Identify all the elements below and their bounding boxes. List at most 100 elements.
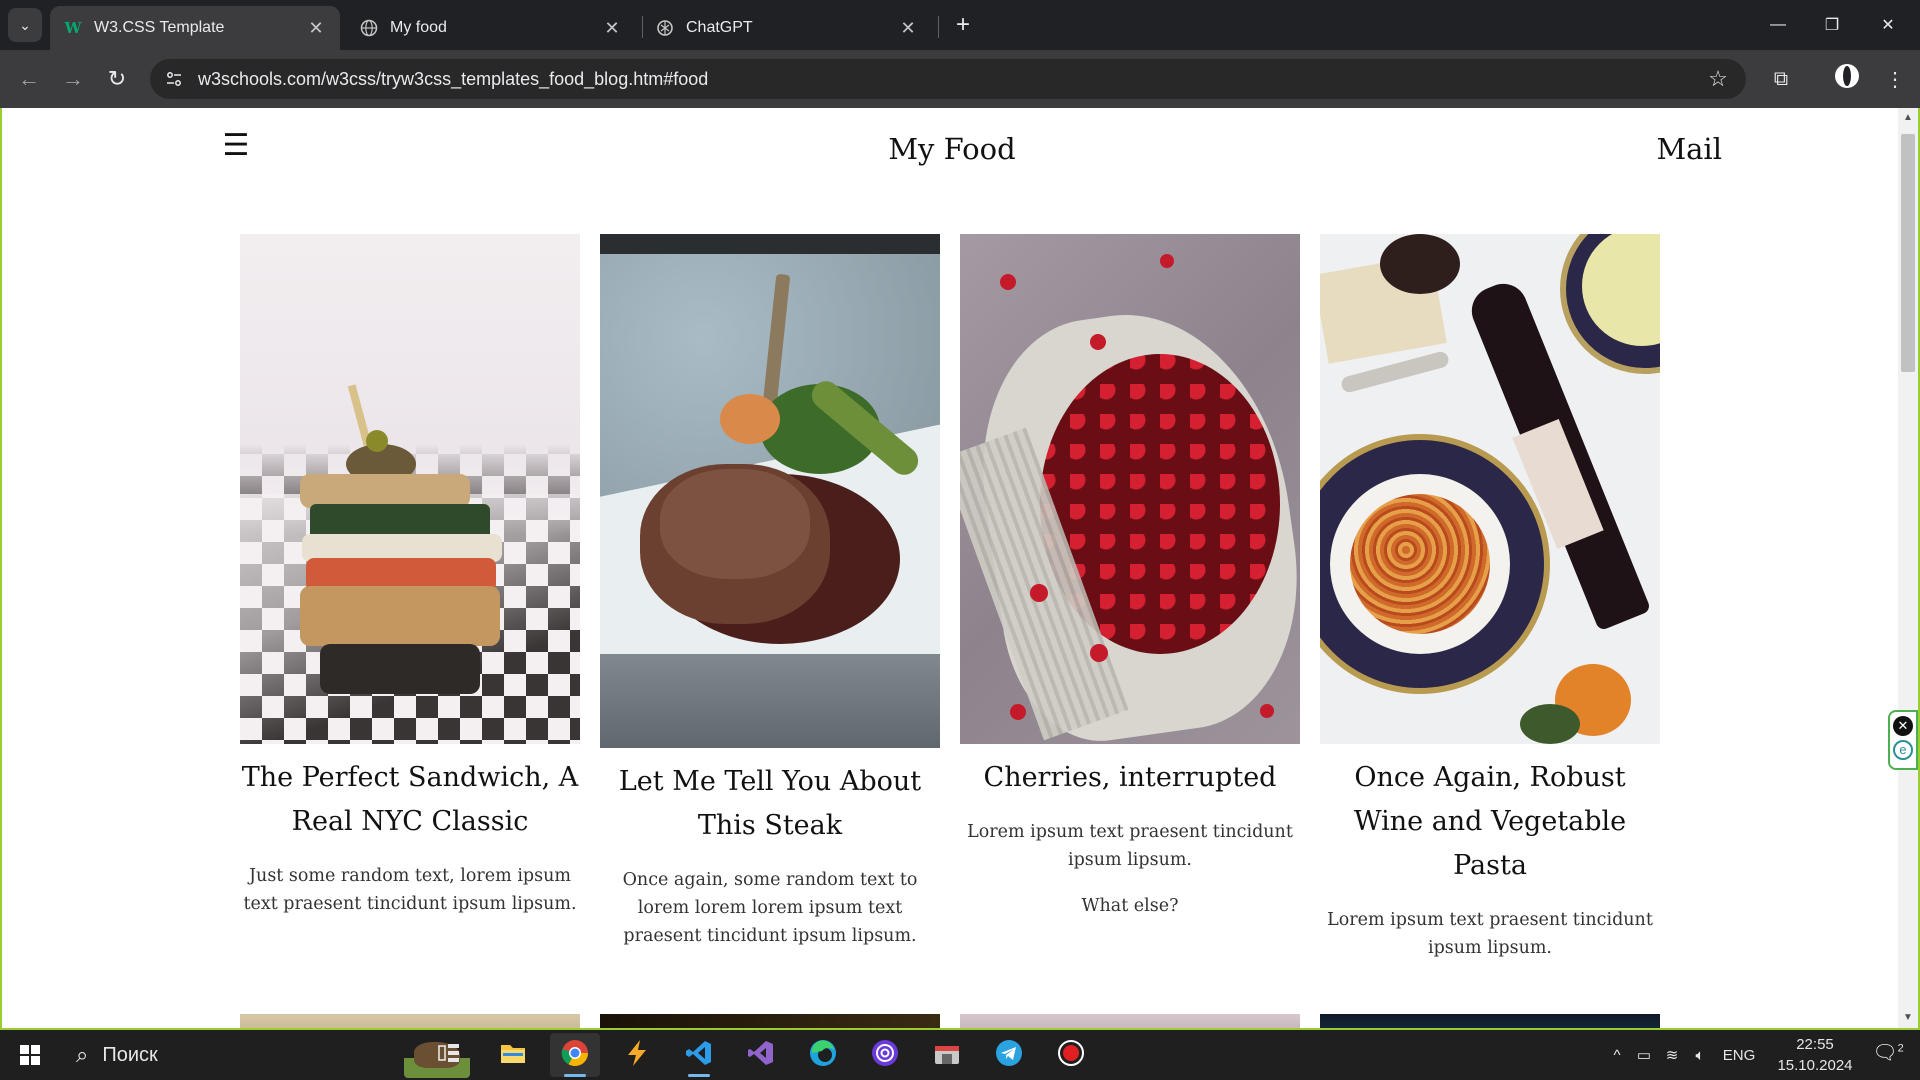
reload-button[interactable]: ↻: [102, 64, 132, 94]
taskbar-search[interactable]: ⌕ Поиск: [64, 1030, 470, 1080]
chat-bubble-icon: 🗨︎: [1872, 1042, 1898, 1064]
post-card: Cherries, interrupted Lorem ipsum text p…: [960, 234, 1300, 920]
spiral-icon: [871, 1039, 899, 1072]
edge-icon: [809, 1039, 837, 1072]
taskbar-recorder[interactable]: [1046, 1033, 1096, 1077]
sandwich-photo[interactable]: [240, 234, 580, 744]
post-text: Lorem ipsum text praesent tincidunt ipsu…: [1327, 910, 1653, 958]
visual-studio-icon: [747, 1039, 775, 1072]
tab-title: ChatGPT: [686, 19, 753, 36]
bookmark-star-icon[interactable]: ☆: [1698, 66, 1738, 92]
notification-center-button[interactable]: 🗨︎2: [1868, 1040, 1908, 1070]
close-icon[interactable]: ✕: [602, 18, 622, 39]
new-tab-button[interactable]: +: [948, 10, 978, 40]
mail-link[interactable]: Mail: [1602, 132, 1722, 166]
globe-icon: [360, 19, 378, 37]
post-card: Let Me Tell You About This Steak Once ag…: [600, 234, 940, 950]
tab-search-button[interactable]: ⌄: [8, 8, 42, 42]
taskbar-telegram[interactable]: [984, 1033, 1034, 1077]
wifi-icon[interactable]: ≋: [1658, 1046, 1686, 1064]
post-title: Once Again, Robust Wine and Vegetable Pa…: [1353, 762, 1627, 881]
scroll-up-arrow-icon[interactable]: ▲: [1902, 112, 1914, 124]
browser-chrome: ⌄ W W3.CSS Template ✕ My food ✕ ChatGPT …: [0, 0, 1920, 108]
scroll-down-arrow-icon[interactable]: ▼: [1902, 1012, 1914, 1024]
taskbar-clock[interactable]: 22:55 15.10.2024: [1770, 1034, 1860, 1076]
reload-icon: ↻: [107, 66, 127, 91]
post-photo-partial[interactable]: [960, 1014, 1300, 1028]
windows-logo-icon: [20, 1045, 40, 1065]
store-icon: [933, 1040, 961, 1071]
taskbar-app-store[interactable]: [922, 1033, 972, 1077]
notification-count: 2: [1897, 1042, 1904, 1055]
back-button[interactable]: ←: [14, 64, 44, 94]
restore-button[interactable]: ❐: [1810, 8, 1854, 42]
taskbar-chrome[interactable]: [550, 1033, 600, 1077]
minimize-button[interactable]: —: [1756, 8, 1800, 42]
tab-title: My food: [390, 19, 447, 36]
windows-taskbar: ⌕ Поиск ^ ▭ ≋ 🔈︎ ENG 22:55 15.10.2024 🗨︎…: [0, 1030, 1920, 1080]
task-view-button[interactable]: [424, 1033, 474, 1077]
close-icon[interactable]: ✕: [306, 18, 326, 39]
url-text[interactable]: w3schools.com/w3css/tryw3css_templates_f…: [198, 69, 1698, 90]
tab-chatgpt[interactable]: ChatGPT ✕: [642, 6, 932, 50]
post-title: Let Me Tell You About This Steak: [618, 766, 922, 841]
chevron-down-icon: ⌄: [19, 16, 31, 33]
profile-button[interactable]: [1832, 64, 1862, 94]
chrome-icon: [561, 1039, 589, 1072]
minimize-icon: —: [1770, 16, 1786, 33]
browser-menu-button[interactable]: ⋮: [1880, 64, 1910, 94]
arrow-right-icon: →: [62, 66, 84, 91]
post-photo-partial[interactable]: [600, 1014, 940, 1028]
arrow-left-icon: ←: [18, 66, 40, 91]
taskbar-vscode[interactable]: [674, 1033, 724, 1077]
taskbar-edge[interactable]: [798, 1033, 848, 1077]
avatar: [1834, 63, 1860, 95]
plus-icon: +: [955, 11, 970, 38]
wine-pasta-photo[interactable]: [1320, 234, 1660, 744]
task-view-icon: [437, 1042, 461, 1069]
language-indicator[interactable]: ENG: [1714, 1047, 1764, 1064]
forward-button[interactable]: →: [58, 64, 88, 94]
clock-time: 22:55: [1796, 1036, 1834, 1053]
page-scrollbar[interactable]: ▲ ▼: [1898, 108, 1918, 1028]
close-icon[interactable]: ✕: [898, 18, 918, 39]
post-photo-partial[interactable]: [240, 1014, 580, 1028]
taskbar-app-spiral[interactable]: [860, 1033, 910, 1077]
close-widget-icon[interactable]: ✕: [1893, 716, 1913, 736]
browser-toolbar: ← → ↻ w3schools.com/w3css/tryw3css_templ…: [0, 50, 1920, 108]
system-tray: ^ ▭ ≋ 🔈︎ ENG: [1604, 1030, 1764, 1080]
volume-icon[interactable]: 🔈︎: [1686, 1047, 1714, 1064]
hamburger-menu-icon[interactable]: ☰: [216, 128, 256, 163]
post-photo-partial[interactable]: [1320, 1014, 1660, 1028]
kebab-menu-icon: ⋮: [1885, 68, 1905, 91]
scroll-thumb[interactable]: [1901, 134, 1915, 372]
close-icon: ✕: [1881, 17, 1895, 34]
clock-date: 15.10.2024: [1777, 1057, 1853, 1074]
chevron-up-icon[interactable]: ^: [1604, 1047, 1630, 1064]
close-window-button[interactable]: ✕: [1866, 8, 1910, 42]
battery-icon[interactable]: ▭: [1630, 1046, 1658, 1064]
tab-w3css-template[interactable]: W W3.CSS Template ✕: [50, 6, 340, 50]
steak-photo[interactable]: [600, 234, 940, 748]
lightning-icon: [624, 1039, 650, 1072]
tab-my-food[interactable]: My food ✕: [346, 6, 636, 50]
post-card: The Perfect Sandwich, A Real NYC Classic…: [240, 234, 580, 918]
extensions-button[interactable]: ⧉: [1766, 64, 1796, 94]
restore-icon: ❐: [1824, 17, 1840, 34]
taskbar-app-bolt[interactable]: [612, 1033, 662, 1077]
post-card: Once Again, Robust Wine and Vegetable Pa…: [1320, 234, 1660, 962]
address-bar[interactable]: w3schools.com/w3css/tryw3css_templates_f…: [150, 59, 1746, 99]
cherries-photo[interactable]: [960, 234, 1300, 744]
tab-divider: [938, 16, 939, 38]
post-text-secondary: What else?: [1081, 896, 1179, 916]
post-text: Just some random text, lorem ipsum text …: [243, 866, 577, 914]
side-extension-widget: ✕ e: [1888, 710, 1918, 770]
tab-title: W3.CSS Template: [94, 19, 225, 36]
taskbar-file-explorer[interactable]: [488, 1033, 538, 1077]
tab-strip: ⌄ W W3.CSS Template ✕ My food ✕ ChatGPT …: [0, 0, 1920, 50]
post-text: Lorem ipsum text praesent tincidunt ipsu…: [967, 822, 1293, 870]
start-button[interactable]: [8, 1038, 52, 1072]
site-settings-icon[interactable]: [154, 59, 194, 99]
taskbar-visual-studio[interactable]: [736, 1033, 786, 1077]
extension-e-icon[interactable]: e: [1893, 740, 1913, 760]
